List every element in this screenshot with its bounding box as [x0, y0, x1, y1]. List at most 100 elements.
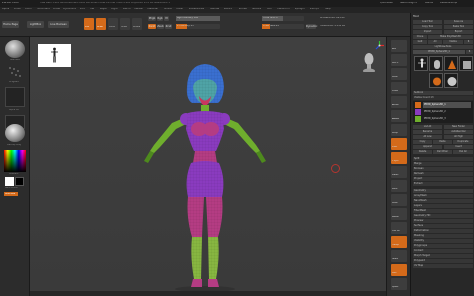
rename-button[interactable]: Rename: [413, 130, 442, 134]
home-page-button[interactable]: Home Page: [2, 21, 19, 28]
subtool-item-1[interactable]: PM3D_Sphere3D_1: [423, 102, 471, 108]
lightbox-tools-button[interactable]: Lightbox▸Tools: [413, 45, 473, 49]
geometry-hd-section[interactable]: Geometry HD: [413, 214, 473, 218]
shelf-button-spix-3[interactable]: SPix 3: [391, 54, 407, 66]
shelf-button-l-sym[interactable]: L.Sym: [391, 152, 407, 164]
paste-tool-button[interactable]: Paste Tool: [444, 25, 473, 29]
tool-thumb-4[interactable]: [459, 56, 473, 71]
layers-section[interactable]: Layers: [413, 204, 473, 208]
axis-gizmo-icon[interactable]: [373, 39, 386, 52]
visible-button[interactable]: Visible: [443, 40, 463, 44]
visibility-section[interactable]: Visibility: [413, 239, 473, 243]
menus-button[interactable]: Menus: [425, 2, 433, 4]
boolean-section[interactable]: Boolean: [413, 167, 473, 171]
shelf-button-frame[interactable]: Frame: [391, 166, 407, 178]
import-button[interactable]: Import: [413, 30, 442, 34]
menu-tool[interactable]: Tool: [267, 8, 272, 11]
draw-size-slider[interactable]: Draw Size 64: [262, 24, 304, 29]
character-model[interactable]: [130, 57, 280, 295]
zcut-button[interactable]: Zcut: [165, 24, 172, 29]
shelf-button-actual[interactable]: Actual: [391, 96, 407, 108]
merge-section[interactable]: Merge: [413, 162, 473, 166]
quicksave-button[interactable]: QuickSave: [380, 2, 393, 4]
shelf-button-scale[interactable]: Scale: [391, 194, 407, 206]
polygroups-section[interactable]: Polygroups: [413, 244, 473, 248]
m-button[interactable]: M: [164, 16, 169, 21]
menu-draw[interactable]: Draw: [53, 8, 60, 11]
menu-picker[interactable]: Picker: [176, 8, 184, 11]
shelf-button-line-fill[interactable]: Line Fill: [391, 222, 407, 234]
tool-thumb-2[interactable]: [429, 56, 443, 71]
new-folder-button[interactable]: New Folder: [444, 125, 473, 129]
subtool-item-2[interactable]: PM3D_Sphere3D_2: [423, 109, 471, 115]
copy-button[interactable]: Copy: [413, 140, 432, 144]
nanomesh-section[interactable]: NanoMesh: [413, 199, 473, 203]
menu-brush[interactable]: Brush: [14, 8, 22, 11]
menu-texture[interactable]: Texture: [252, 8, 262, 11]
export-button[interactable]: Export: [444, 30, 473, 34]
del-all-button[interactable]: Del All: [453, 150, 473, 154]
shelf-button-rotate[interactable]: Rotate: [391, 208, 407, 220]
rgb-intensity-slider[interactable]: Rgb Intensity 100: [176, 16, 220, 21]
menu-light[interactable]: Light: [111, 8, 117, 11]
geometry-section[interactable]: Geometry: [413, 189, 473, 193]
menu-document[interactable]: Document: [37, 8, 50, 11]
remesh-section[interactable]: Remesh: [413, 172, 473, 176]
matcap-material-icon[interactable]: [5, 124, 25, 142]
menu-preferences[interactable]: Preferences: [189, 8, 204, 11]
subtool-header[interactable]: Subtool: [413, 91, 473, 95]
shelf-button-scroll[interactable]: Scroll: [391, 68, 407, 80]
see-through-slider[interactable]: See-through 0: [400, 2, 417, 4]
shelf-button-ghost[interactable]: Ghost: [391, 250, 407, 262]
menu-color[interactable]: Color: [25, 8, 32, 11]
current-tool-name[interactable]: PM3D_Sphere3D_1: [413, 50, 465, 54]
rgb-button[interactable]: Rgb: [157, 16, 163, 21]
color-picker[interactable]: [4, 150, 26, 172]
document-viewport[interactable]: [30, 37, 386, 292]
morph-target-section[interactable]: Morph Target: [413, 254, 473, 258]
append-button[interactable]: Append: [413, 145, 442, 149]
contact-section[interactable]: Contact: [413, 249, 473, 253]
list-all-button[interactable]: List All: [413, 125, 442, 129]
alternate-button[interactable]: Alternate: [4, 192, 18, 196]
draw-button[interactable]: Draw: [96, 18, 106, 30]
deformation-section[interactable]: Deformation: [413, 229, 473, 233]
shelf-button-xpose[interactable]: Xpose: [391, 278, 407, 290]
insert-button[interactable]: Insert: [444, 145, 473, 149]
shelf-button-transp[interactable]: Transp: [391, 236, 407, 248]
zadd-button[interactable]: Zadd: [148, 24, 156, 29]
extract-section[interactable]: Extract: [413, 182, 473, 186]
lightbox-button[interactable]: LightBox: [27, 21, 44, 28]
surface-section[interactable]: Surface: [413, 224, 473, 228]
current-tool-r-button[interactable]: R: [466, 50, 473, 54]
visible-count-slider[interactable]: Visible Count 13: [413, 96, 473, 100]
tool-thumb-3[interactable]: [444, 56, 458, 71]
menu-dynamics[interactable]: Dynamics: [63, 8, 76, 11]
menu-alpha[interactable]: Alpha: [2, 8, 9, 11]
live-boolean-button[interactable]: Live Boolean: [48, 21, 69, 28]
menu-layer[interactable]: Layer: [100, 8, 107, 11]
navigator-thumbnail[interactable]: [38, 44, 71, 67]
menu-zplugin[interactable]: Zplugin: [295, 8, 305, 11]
focal-shift-slider[interactable]: Focal Shift 0: [262, 16, 304, 21]
make-polymesh-button[interactable]: Make PolyMesh3D: [428, 35, 473, 39]
tool-thumb-5[interactable]: [429, 73, 443, 88]
preview-section[interactable]: Preview: [413, 219, 473, 223]
mrgb-button[interactable]: Mrgb: [148, 16, 156, 21]
paste-button[interactable]: Paste: [433, 140, 452, 144]
menu-edit[interactable]: Edit: [80, 8, 85, 11]
delete-button[interactable]: Delete: [413, 150, 432, 154]
r-button[interactable]: R: [464, 40, 473, 44]
del-other-button[interactable]: Del Other: [433, 150, 452, 154]
scale-button[interactable]: Scale: [120, 18, 130, 30]
polypaint-section[interactable]: Polypaint: [413, 259, 473, 263]
menu-stencil[interactable]: Stencil: [224, 8, 233, 11]
shelf-button-floor[interactable]: Floor: [391, 138, 407, 150]
split-section[interactable]: Split: [413, 157, 473, 161]
zsub-button[interactable]: Zsub: [157, 24, 164, 29]
navigation-head-icon[interactable]: [363, 52, 375, 74]
uv-map-section[interactable]: UV Map: [413, 264, 473, 268]
menu-help[interactable]: Help: [325, 8, 331, 11]
dynamic-button[interactable]: Dynamic: [306, 24, 317, 29]
shelf-button-solo[interactable]: Solo: [391, 264, 407, 276]
